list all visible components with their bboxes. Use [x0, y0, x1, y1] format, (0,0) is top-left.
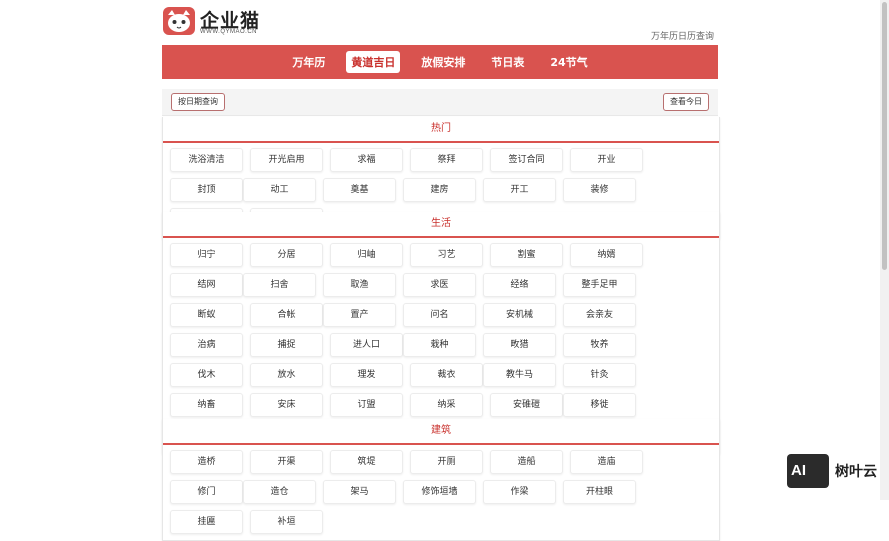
watermark-logo-icon: AI [787, 454, 829, 488]
activity-tag[interactable]: 作梁 [483, 480, 556, 504]
activity-tag[interactable]: 治病 [170, 333, 243, 357]
activity-tag[interactable]: 架马 [323, 480, 396, 504]
activity-tag[interactable]: 栽种 [403, 333, 476, 357]
query-by-date-button[interactable]: 按日期查询 [171, 93, 225, 111]
activity-tag[interactable]: 订盟 [330, 393, 403, 417]
section-title: 生活 [163, 212, 719, 238]
activity-tag[interactable]: 安床 [250, 393, 323, 417]
activity-tag[interactable]: 牧养 [563, 333, 636, 357]
activity-tag[interactable]: 纳采 [410, 393, 483, 417]
activity-tag[interactable]: 结网 [170, 273, 243, 297]
activity-tag[interactable]: 造桥 [170, 450, 243, 474]
activity-tag[interactable]: 造船 [490, 450, 563, 474]
activity-tag[interactable]: 安碓磑 [490, 393, 563, 417]
activity-tag[interactable]: 裁衣 [410, 363, 483, 387]
activity-tag[interactable]: 经络 [483, 273, 556, 297]
page-container: 企业猫 WWW.QYMAO.CN 万年历日历查询 万年历 黄道吉日 放假安排 节… [162, 0, 720, 541]
activity-tag[interactable]: 签订合同 [490, 148, 563, 172]
section-building: 建筑 造桥 开渠 筑堤 开厕 造船 造庙修门 造仓 架马 修饰垣墙 作梁 开柱眼挂匾 补垣 [162, 419, 720, 541]
nav-item-holidays[interactable]: 放假安排 [416, 51, 470, 73]
activity-tag[interactable]: 归宁 [170, 243, 243, 267]
activity-tag[interactable]: 纳婿 [570, 243, 643, 267]
activity-tag[interactable]: 开业 [570, 148, 643, 172]
tag-grid: 造桥 开渠 筑堤 开厕 造船 造庙修门 造仓 架马 修饰垣墙 作梁 开柱眼挂匾 补垣 [163, 445, 719, 540]
activity-tag[interactable]: 断蚁 [170, 303, 243, 327]
activity-tag[interactable]: 洗浴清洁 [170, 148, 243, 172]
header: 企业猫 WWW.QYMAO.CN 万年历日历查询 [162, 0, 718, 45]
activity-tag[interactable]: 取渔 [323, 273, 396, 297]
activity-tag[interactable]: 割蜜 [490, 243, 563, 267]
activity-tag[interactable]: 畋猎 [483, 333, 556, 357]
activity-tag[interactable]: 开厕 [410, 450, 483, 474]
activity-tag[interactable]: 伐木 [170, 363, 243, 387]
activity-tag[interactable]: 修门 [170, 480, 243, 504]
scrollbar-thumb[interactable] [882, 2, 887, 270]
toolbar: 按日期查询 查看今日 [162, 89, 718, 116]
nav-item-festivals[interactable]: 节日表 [486, 51, 529, 73]
activity-tag[interactable]: 安机械 [483, 303, 556, 327]
activity-tag[interactable]: 放水 [250, 363, 323, 387]
activity-tag[interactable]: 问名 [403, 303, 476, 327]
nav-item-auspicious-days[interactable]: 黄道吉日 [346, 51, 401, 73]
activity-tag[interactable]: 捕捉 [250, 333, 323, 357]
watermark-text: 树叶云 [835, 464, 877, 480]
activity-tag[interactable]: 理发 [330, 363, 403, 387]
activity-tag[interactable]: 奠基 [323, 178, 396, 202]
section-life: 生活 归宁 分居 归岫 习艺 割蜜 纳婿结网 扫舍 取渔 求医 经络 整手足甲断蚁 合帐 置产 问名 安机械… [162, 212, 720, 454]
activity-tag[interactable]: 祭拜 [410, 148, 483, 172]
site-subtitle: 万年历日历查询 [650, 32, 714, 42]
activity-tag[interactable]: 合帐 [250, 303, 323, 327]
nav-item-solar-terms[interactable]: 24节气 [545, 51, 592, 73]
activity-tag[interactable]: 整手足甲 [563, 273, 636, 297]
activity-tag[interactable]: 补垣 [250, 510, 323, 534]
activity-tag[interactable]: 筑堤 [330, 450, 403, 474]
activity-tag[interactable]: 修饰垣墙 [403, 480, 476, 504]
activity-tag[interactable]: 挂匾 [170, 510, 243, 534]
activity-tag[interactable]: 开渠 [250, 450, 323, 474]
cat-logo-icon[interactable] [162, 6, 196, 36]
activity-tag[interactable]: 置产 [323, 303, 396, 327]
activity-tag[interactable]: 造仓 [243, 480, 316, 504]
activity-tag[interactable]: 扫舍 [243, 273, 316, 297]
section-title: 热门 [163, 117, 719, 143]
vertical-scrollbar[interactable] [880, 0, 889, 500]
activity-tag[interactable]: 开工 [483, 178, 556, 202]
activity-tag[interactable]: 求医 [403, 273, 476, 297]
activity-tag[interactable]: 纳畜 [170, 393, 243, 417]
view-today-button[interactable]: 查看今日 [663, 93, 709, 111]
activity-tag[interactable]: 分居 [250, 243, 323, 267]
activity-tag[interactable]: 移徙 [563, 393, 636, 417]
activity-tag[interactable]: 求福 [330, 148, 403, 172]
logo-url: WWW.QYMAO.CN [200, 29, 257, 35]
activity-tag[interactable]: 动工 [243, 178, 316, 202]
activity-tag[interactable]: 开柱眼 [563, 480, 636, 504]
activity-tag[interactable]: 进人口 [330, 333, 403, 357]
activity-tag[interactable]: 针灸 [563, 363, 636, 387]
activity-tag[interactable]: 开光启用 [250, 148, 323, 172]
activity-tag[interactable]: 会亲友 [563, 303, 636, 327]
nav-item-calendar[interactable]: 万年历 [287, 51, 330, 73]
activity-tag[interactable]: 造庙 [570, 450, 643, 474]
activity-tag[interactable]: 封顶 [170, 178, 243, 202]
activity-tag[interactable]: 建房 [403, 178, 476, 202]
activity-tag[interactable]: 习艺 [410, 243, 483, 267]
activity-tag[interactable]: 装修 [563, 178, 636, 202]
watermark: AI 树叶云 [787, 454, 887, 490]
activity-tag[interactable]: 归岫 [330, 243, 403, 267]
section-title: 建筑 [163, 419, 719, 445]
activity-tag[interactable]: 教牛马 [483, 363, 556, 387]
main-nav: 万年历 黄道吉日 放假安排 节日表 24节气 [162, 45, 718, 79]
